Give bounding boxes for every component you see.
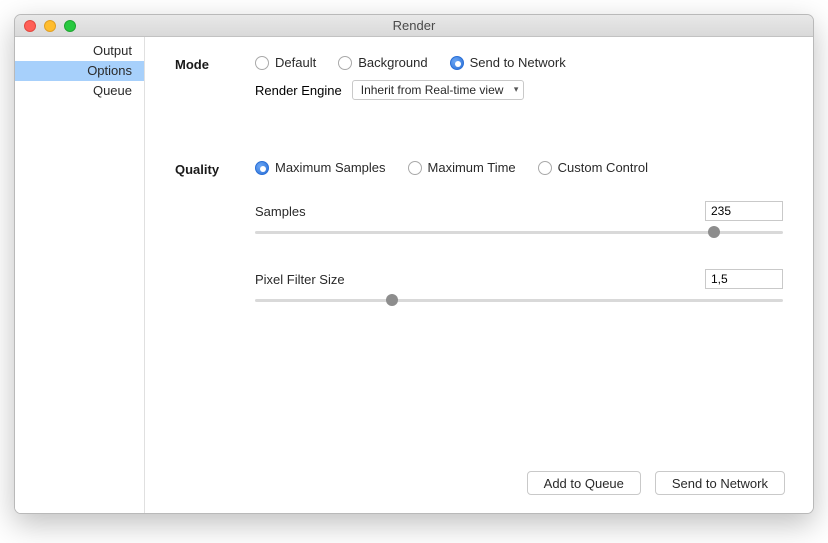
mode-radio-group: Default Background Send to Network bbox=[255, 55, 783, 70]
slider-track bbox=[255, 231, 783, 234]
samples-label: Samples bbox=[255, 204, 306, 219]
slider-thumb[interactable] bbox=[708, 226, 720, 238]
samples-row: Samples bbox=[255, 201, 783, 239]
radio-label: Maximum Samples bbox=[275, 160, 386, 175]
pixel-filter-label: Pixel Filter Size bbox=[255, 272, 345, 287]
quality-radio-group: Maximum Samples Maximum Time Custom Cont… bbox=[255, 160, 783, 175]
add-to-queue-button[interactable]: Add to Queue bbox=[527, 471, 641, 495]
radio-icon bbox=[338, 56, 352, 70]
radio-label: Send to Network bbox=[470, 55, 566, 70]
sidebar-item-queue[interactable]: Queue bbox=[15, 81, 144, 101]
sidebar-item-output[interactable]: Output bbox=[15, 41, 144, 61]
window-title: Render bbox=[15, 18, 813, 33]
slider-thumb[interactable] bbox=[386, 294, 398, 306]
window-body: Output Options Queue Mode Default Bac bbox=[15, 37, 813, 513]
radio-icon bbox=[450, 56, 464, 70]
content-pane: Mode Default Background Send bbox=[145, 37, 813, 513]
radio-label: Background bbox=[358, 55, 427, 70]
quality-radio-custom-control[interactable]: Custom Control bbox=[538, 160, 648, 175]
radio-label: Maximum Time bbox=[428, 160, 516, 175]
send-to-network-button[interactable]: Send to Network bbox=[655, 471, 785, 495]
render-window: Render Output Options Queue Mode Default bbox=[14, 14, 814, 514]
radio-icon bbox=[538, 161, 552, 175]
quality-section-label: Quality bbox=[175, 160, 255, 307]
titlebar: Render bbox=[15, 15, 813, 37]
sidebar: Output Options Queue bbox=[15, 37, 145, 513]
mode-radio-background[interactable]: Background bbox=[338, 55, 427, 70]
radio-icon bbox=[255, 56, 269, 70]
quality-radio-max-time[interactable]: Maximum Time bbox=[408, 160, 516, 175]
pixel-filter-input[interactable] bbox=[705, 269, 783, 289]
samples-slider[interactable] bbox=[255, 225, 783, 239]
render-engine-value: Inherit from Real-time view bbox=[361, 83, 504, 97]
mode-radio-send-to-network[interactable]: Send to Network bbox=[450, 55, 566, 70]
quality-section: Quality Maximum Samples Maximum Time bbox=[175, 160, 783, 307]
slider-track bbox=[255, 299, 783, 302]
mode-radio-default[interactable]: Default bbox=[255, 55, 316, 70]
radio-icon bbox=[255, 161, 269, 175]
pixel-filter-slider[interactable] bbox=[255, 293, 783, 307]
footer-buttons: Add to Queue Send to Network bbox=[527, 471, 785, 495]
radio-icon bbox=[408, 161, 422, 175]
samples-input[interactable] bbox=[705, 201, 783, 221]
sidebar-item-options[interactable]: Options bbox=[15, 61, 144, 81]
render-engine-row: Render Engine Inherit from Real-time vie… bbox=[255, 80, 783, 100]
pixel-filter-row: Pixel Filter Size bbox=[255, 269, 783, 307]
radio-label: Custom Control bbox=[558, 160, 648, 175]
render-engine-label: Render Engine bbox=[255, 83, 342, 98]
chevron-down-icon: ▾ bbox=[514, 84, 519, 95]
render-engine-select[interactable]: Inherit from Real-time view ▾ bbox=[352, 80, 525, 100]
mode-section-label: Mode bbox=[175, 55, 255, 100]
quality-radio-max-samples[interactable]: Maximum Samples bbox=[255, 160, 386, 175]
radio-label: Default bbox=[275, 55, 316, 70]
mode-section: Mode Default Background Send bbox=[175, 55, 783, 100]
